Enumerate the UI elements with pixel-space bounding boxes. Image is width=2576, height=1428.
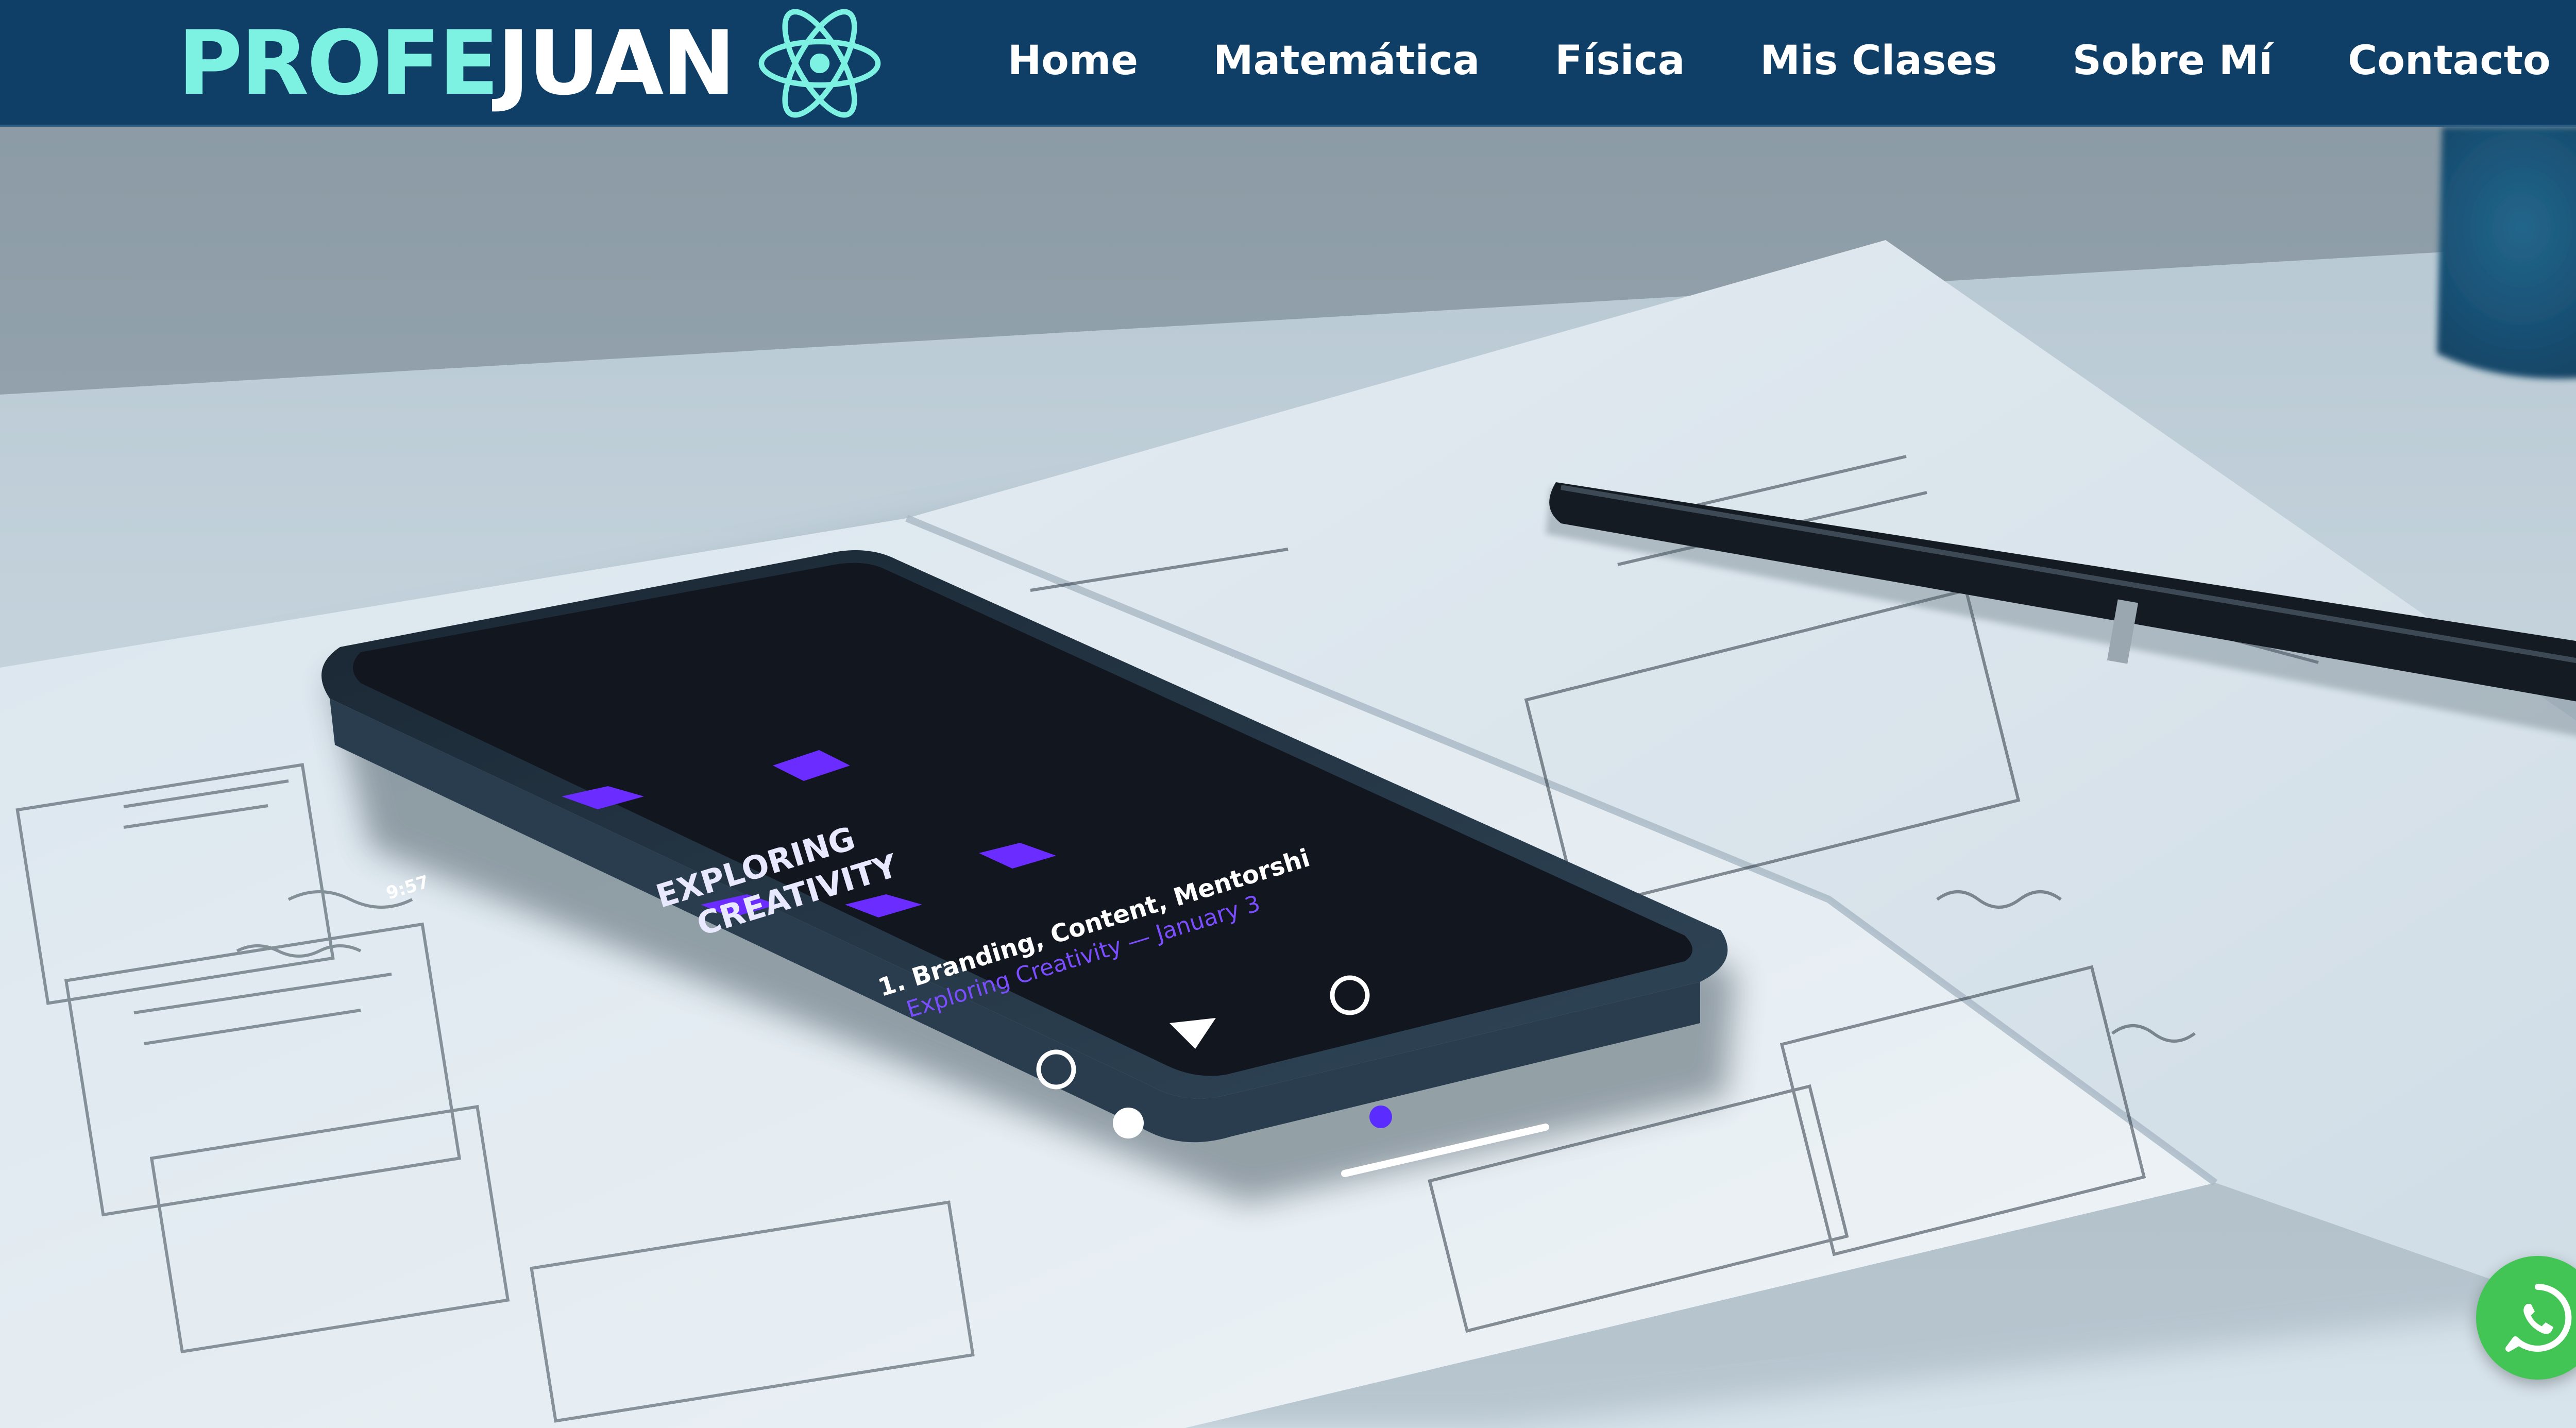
main-nav: Home Matemática Física Mis Clases Sobre … bbox=[1008, 0, 2551, 122]
nav-item-home[interactable]: Home bbox=[1008, 38, 1138, 84]
page: PROFEJUAN Home Matemática Física Mis Cla… bbox=[0, 0, 2576, 1428]
brand-name-part1: PROFE bbox=[178, 11, 499, 115]
nav-item-sobre-mi[interactable]: Sobre Mí bbox=[2073, 38, 2273, 84]
whatsapp-icon bbox=[2505, 1284, 2572, 1352]
hero-banner: EXPLORING CREATIVITY 1. Branding, Conten… bbox=[0, 127, 2576, 1428]
brand-name: PROFEJUAN bbox=[178, 19, 736, 108]
nav-item-matematica[interactable]: Matemática bbox=[1213, 38, 1480, 84]
atom-icon bbox=[758, 9, 881, 118]
nav-item-mis-clases[interactable]: Mis Clases bbox=[1760, 38, 1997, 84]
header-navbar: PROFEJUAN Home Matemática Física Mis Cla… bbox=[0, 0, 2576, 127]
nav-item-contacto[interactable]: Contacto bbox=[2348, 38, 2550, 84]
brand-name-part2: JUAN bbox=[497, 11, 736, 115]
nav-item-fisica[interactable]: Física bbox=[1555, 38, 1685, 84]
hero-background-image: EXPLORING CREATIVITY 1. Branding, Conten… bbox=[0, 127, 2576, 1428]
brand-logo-link[interactable]: PROFEJUAN bbox=[178, 9, 884, 118]
